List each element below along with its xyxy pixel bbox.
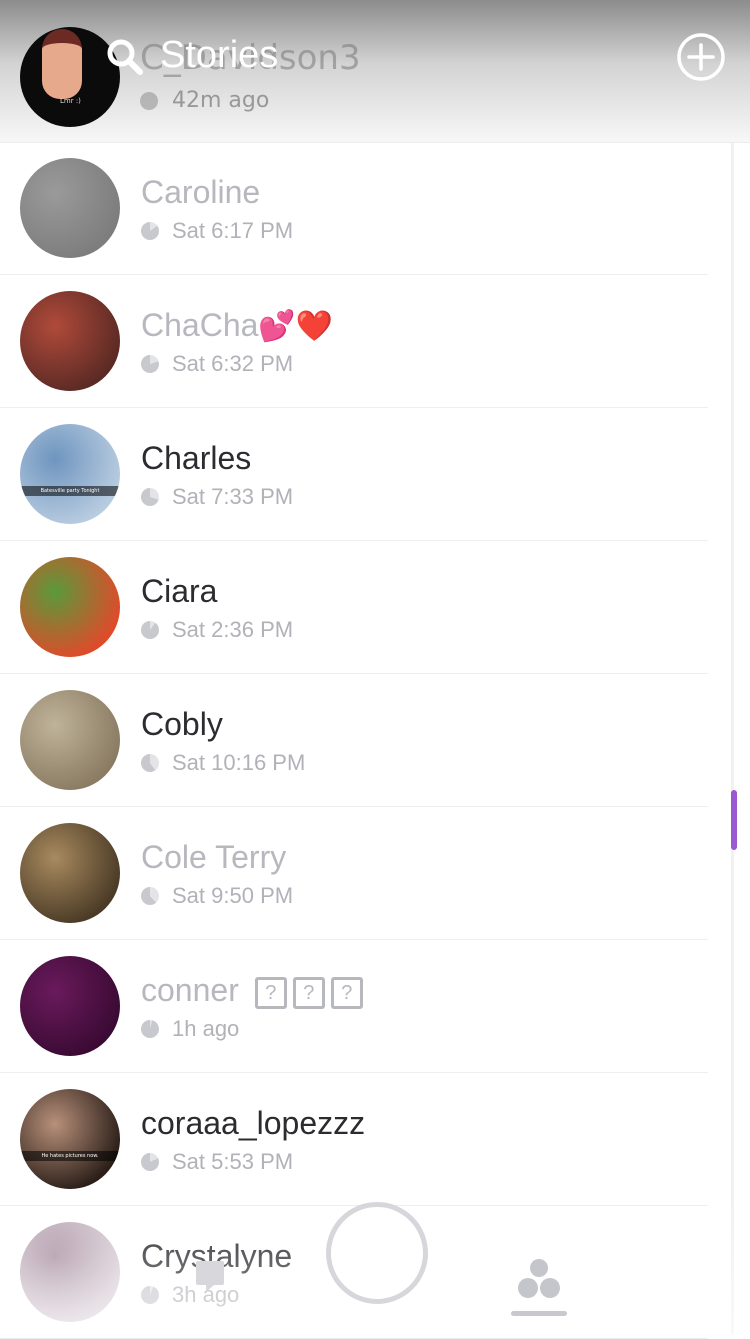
name-emoji: 💕❤️ [258,310,334,343]
story-time: Sat 5:53 PM [141,1149,293,1175]
story-time-label: Sat 6:17 PM [172,218,294,243]
story-time-label: Sat 5:53 PM [172,1149,294,1174]
story-time-label: 1h ago [172,1016,240,1041]
thumbnail-caption: Batesville party Tonight [20,486,120,496]
story-time-label: Sat 9:50 PM [172,883,294,908]
story-thumbnail[interactable] [20,557,120,657]
capture-button[interactable] [326,1202,428,1304]
story-time: Sat 10:16 PM [141,750,305,776]
clock-icon [140,91,158,110]
story-time: Sat 6:17 PM [141,218,293,244]
story-time-label: Sat 10:16 PM [172,750,306,775]
story-name-text: Charles [141,440,252,476]
story-row[interactable]: Cobly Sat 10:16 PM [0,674,708,807]
story-row[interactable]: Caroline Sat 6:17 PM [0,142,708,275]
story-row[interactable]: Ciara Sat 2:36 PM [0,541,708,674]
story-thumbnail[interactable]: Batesville party Tonight [20,424,120,524]
story-name: Caroline [141,174,260,211]
stories-header: C_Davidson3 42m ago Lmr :) Stories [0,0,750,143]
story-thumbnail[interactable] [20,690,120,790]
story-time: 42m ago [140,88,269,113]
story-time: Sat 7:33 PM [141,484,293,510]
story-time: Sat 9:50 PM [141,883,293,909]
story-name-text: ChaCha [141,307,259,343]
story-time: Sat 2:36 PM [141,617,293,643]
story-time: Sat 6:32 PM [141,351,293,377]
clock-icon [141,887,159,905]
story-name-text: coraaa_lopezzz [141,1105,366,1141]
bitmoji-caption: Lmr :) [60,97,81,105]
story-row[interactable]: conner??? 1h ago [0,940,708,1073]
story-thumbnail[interactable] [20,1222,120,1322]
unknown-glyph-box: ? [254,976,287,1009]
clock-icon [141,754,159,772]
scrollbar-thumb[interactable] [731,790,737,850]
clock-icon [141,621,159,639]
clock-icon [141,355,159,373]
search-icon[interactable] [106,38,144,76]
story-name: conner??? [141,972,363,1009]
page-title: Stories [160,34,279,76]
story-thumbnail[interactable] [20,956,120,1056]
story-thumbnail[interactable] [20,158,120,258]
scrollbar-track[interactable] [731,142,734,1334]
clock-icon [141,1286,159,1304]
story-name: coraaa_lopezzz [141,1105,365,1142]
story-time-label: Sat 6:32 PM [172,351,294,376]
story-name-text: Cole Terry [141,839,287,875]
story-name-text: Caroline [141,174,261,210]
story-name: Ciara [141,573,217,610]
story-row[interactable]: He hates pictures now. coraaa_lopezzz Sat … [0,1073,708,1206]
add-icon[interactable] [676,32,726,82]
clock-icon [141,222,159,240]
stories-icon[interactable] [516,1258,562,1300]
story-time-label: Sat 2:36 PM [172,617,294,642]
story-row[interactable]: Batesville party Tonight Charles Sat 7:33 … [0,408,708,541]
story-name-text: Cobly [141,706,223,742]
story-name-text: conner [141,972,239,1008]
unknown-glyph-box: ? [330,976,363,1009]
story-name: Cole Terry [141,839,286,876]
story-time-label: Sat 7:33 PM [172,484,294,509]
story-row[interactable]: ChaCha💕❤️ Sat 6:32 PM [0,275,708,408]
story-name: Cobly [141,706,223,743]
clock-icon [141,1020,159,1038]
story-row[interactable]: Cole Terry Sat 9:50 PM [0,807,708,940]
story-thumbnail[interactable]: He hates pictures now. [20,1089,120,1189]
story-name: Charles [141,440,251,477]
unknown-glyph-box: ? [292,976,325,1009]
clock-icon [141,1153,159,1171]
stories-tab-indicator [511,1311,567,1316]
story-time-label: 42m ago [172,88,270,113]
thumbnail-caption: He hates pictures now. [20,1151,120,1161]
story-name: ChaCha💕❤️ [141,307,333,344]
story-thumbnail[interactable] [20,291,120,391]
story-list: Caroline Sat 6:17 PM ChaCha💕❤️ Sat 6:32 PM B… [0,142,708,1339]
clock-icon [141,488,159,506]
bitmoji-face [42,29,82,99]
chat-icon[interactable] [194,1259,226,1293]
story-thumbnail[interactable] [20,823,120,923]
story-name-text: Ciara [141,573,218,609]
story-time: 1h ago [141,1016,239,1042]
profile-avatar[interactable]: Lmr :) [20,27,120,127]
